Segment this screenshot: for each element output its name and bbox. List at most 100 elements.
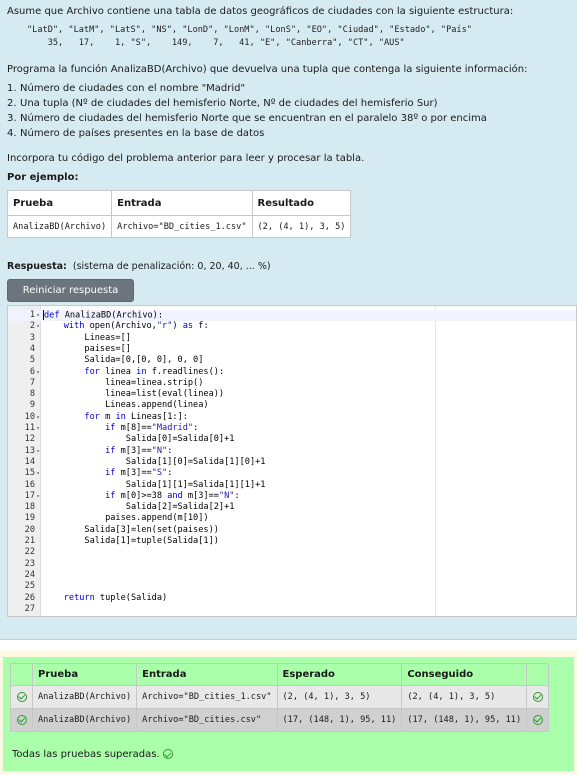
code-line[interactable]: 8 linea=list(eval(linea)) bbox=[8, 389, 576, 400]
fold-arrow-icon[interactable]: ▾ bbox=[35, 491, 41, 502]
question-panel: Asume que Archivo contiene una tabla de … bbox=[0, 0, 577, 640]
table-row: AnalizaBD(Archivo) Archivo="BD_cities.cs… bbox=[10, 708, 550, 732]
results-header-status bbox=[526, 663, 550, 686]
table-row: AnalizaBD(Archivo) Archivo="BD_cities_1.… bbox=[6, 215, 352, 238]
check-circle-icon bbox=[16, 691, 27, 702]
table-row: AnalizaBD(Archivo) Archivo="BD_cities_1.… bbox=[10, 685, 550, 709]
results-table: Prueba Entrada Esperado Conseguido Anali… bbox=[10, 663, 550, 732]
results-header-row: Prueba Entrada Esperado Conseguido bbox=[10, 663, 550, 686]
line-number: 26 bbox=[24, 592, 35, 603]
code-line[interactable]: 9 Lineas.append(linea) bbox=[8, 400, 576, 411]
code-line[interactable]: 10 ▾ for m in Lineas[1:]: bbox=[8, 412, 576, 423]
result-cell-got: (17, (148, 1), 95, 11) bbox=[401, 708, 528, 732]
example-header-row: Prueba Entrada Resultado bbox=[6, 190, 352, 216]
code-text: Salida[1]=tuple(Salida[1]) bbox=[43, 536, 219, 546]
requirement-item: 2. Una tupla (Nº de ciudades del hemisfer… bbox=[7, 98, 438, 109]
code-text: if m[3]=="S": bbox=[105, 468, 173, 479]
code-line[interactable]: 18 Salida[2]=Salida[2]+1 bbox=[8, 502, 576, 513]
results-header-input: Entrada bbox=[136, 663, 278, 686]
line-number: 7 bbox=[29, 377, 35, 388]
fold-arrow-icon[interactable]: ▾ bbox=[35, 412, 41, 423]
code-editor[interactable]: 1 ▾ def AnalizaBD(Archivo): 2 ▾ with open(Ar… bbox=[7, 305, 577, 617]
incorporate-note: Incorpora tu código del problema anterio… bbox=[7, 153, 365, 164]
code-text: linea=linea.strip() bbox=[43, 377, 204, 388]
line-number: 8 bbox=[29, 389, 35, 400]
line-number: 27 bbox=[24, 603, 35, 614]
code-line[interactable]: 27 bbox=[8, 604, 576, 615]
code-line[interactable]: 17 ▾ if m[0]>=38 and m[3]=="N": bbox=[8, 491, 576, 502]
results-header-icon bbox=[10, 663, 33, 686]
results-header-got: Conseguido bbox=[401, 663, 528, 686]
example-table: Prueba Entrada Resultado AnalizaBD(Archi… bbox=[6, 190, 352, 238]
code-line[interactable]: 25 bbox=[8, 581, 576, 592]
code-text: Salida[1][0]=Salida[1][0]+1 bbox=[43, 456, 266, 467]
code-line[interactable]: 15 ▾ if m[3]=="S": bbox=[8, 468, 576, 479]
example-cell-test: AnalizaBD(Archivo) bbox=[6, 215, 113, 238]
fold-arrow-icon[interactable]: ▾ bbox=[35, 468, 41, 479]
code-line[interactable]: 2 ▾ with open(Archivo,"r") as f: bbox=[8, 321, 576, 332]
code-line[interactable]: 22 bbox=[8, 547, 576, 558]
code-line[interactable]: 24 bbox=[8, 570, 576, 581]
code-line[interactable]: 14 Salida[1][0]=Salida[1][0]+1 bbox=[8, 457, 576, 468]
code-line[interactable]: 16 Salida[1][1]=Salida[1][1]+1 bbox=[8, 480, 576, 491]
line-number: 5 bbox=[29, 355, 35, 366]
code-line[interactable]: 12 Salida[0]=Salida[0]+1 bbox=[8, 434, 576, 445]
line-number: 2 bbox=[29, 321, 35, 332]
result-cell-got: (2, (4, 1), 3, 5) bbox=[401, 685, 528, 709]
code-line[interactable]: 11 ▾ if m[8]=="Madrid": bbox=[8, 423, 576, 434]
requirement-item: 1. Número de ciudades con el nombre "Madr… bbox=[7, 83, 246, 94]
code-text: if m[3]=="N": bbox=[105, 445, 173, 456]
code-line[interactable]: 19 paises.append(m[10]) bbox=[8, 513, 576, 524]
code-text: Salida[0]=Salida[0]+1 bbox=[43, 434, 235, 445]
line-number: 23 bbox=[24, 558, 35, 569]
code-line[interactable]: 20 Salida[3]=len(set(paises)) bbox=[8, 525, 576, 536]
line-number: 14 bbox=[24, 456, 35, 467]
code-text: for m in Lineas[1:]: bbox=[84, 411, 188, 422]
check-circle-icon bbox=[532, 714, 543, 725]
code-text: return tuple(Salida) bbox=[63, 592, 168, 603]
check-circle-icon bbox=[16, 714, 27, 725]
example-header-input: Entrada bbox=[111, 190, 253, 216]
reset-answer-button[interactable]: Reiniciar respuesta bbox=[7, 279, 134, 302]
example-cell-result: (2, (4, 1), 3, 5) bbox=[251, 215, 352, 238]
question-prompt: Programa la función AnalizaBD(Archivo) q… bbox=[7, 64, 528, 75]
line-number: 1 bbox=[29, 310, 35, 320]
line-number: 18 bbox=[24, 502, 35, 513]
line-number: 22 bbox=[24, 547, 35, 558]
fold-arrow-icon[interactable]: ▾ bbox=[35, 367, 41, 378]
line-number: 12 bbox=[24, 434, 35, 445]
code-line[interactable]: 6 ▾ for linea in f.readlines(): bbox=[8, 367, 576, 378]
line-number: 16 bbox=[24, 479, 35, 490]
fold-arrow-icon[interactable]: ▾ bbox=[35, 321, 41, 332]
result-cell-test: AnalizaBD(Archivo) bbox=[31, 708, 138, 732]
code-line[interactable]: 1 ▾ def AnalizaBD(Archivo): bbox=[8, 310, 576, 322]
code-line[interactable]: 4 paises=[] bbox=[8, 344, 576, 355]
example-label: Por ejemplo: bbox=[7, 172, 79, 183]
requirements-list: 1. Número de ciudades con el nombre "Madr… bbox=[7, 81, 487, 141]
code-text: Salida[3]=len(set(paises)) bbox=[43, 524, 219, 535]
fold-arrow-icon[interactable]: ▾ bbox=[35, 423, 41, 434]
code-line[interactable]: 7 linea=linea.strip() bbox=[8, 378, 576, 389]
answer-label-line: Respuesta: (sistema de penalización: 0, … bbox=[7, 261, 271, 272]
line-number: 24 bbox=[24, 569, 35, 580]
structure-row: 35, 17, 1, "S", 149, 7, 41, "E", "Canber… bbox=[27, 38, 405, 48]
code-line[interactable]: 21 Salida[1]=tuple(Salida[1]) bbox=[8, 536, 576, 547]
result-cell-expected: (2, (4, 1), 3, 5) bbox=[276, 685, 403, 709]
fold-arrow-icon[interactable]: ▾ bbox=[35, 446, 41, 457]
results-header-expected: Esperado bbox=[276, 663, 403, 686]
code-line[interactable]: 13 ▾ if m[3]=="N": bbox=[8, 446, 576, 457]
code-line[interactable]: 23 bbox=[8, 559, 576, 570]
result-cell-input: Archivo="BD_cities.csv" bbox=[136, 708, 278, 732]
code-line[interactable]: 5 Salida=[0,[0, 0], 0, 0] bbox=[8, 355, 576, 366]
question-intro: Asume que Archivo contiene una tabla de … bbox=[7, 6, 514, 17]
result-cell-test: AnalizaBD(Archivo) bbox=[31, 685, 138, 709]
table-structure: "LatD", "LatM", "LatS", "NS", "LonD", "L… bbox=[27, 24, 472, 50]
line-number: 4 bbox=[29, 343, 35, 354]
code-line[interactable]: 26 return tuple(Salida) bbox=[8, 593, 576, 604]
penalty-info: (sistema de penalización: 0, 20, 40, ...… bbox=[72, 261, 271, 272]
code-line[interactable]: 3 Lineas=[] bbox=[8, 333, 576, 344]
code-text: for linea in f.readlines(): bbox=[84, 366, 225, 377]
structure-header: "LatD", "LatM", "LatS", "NS", "LonD", "L… bbox=[27, 25, 472, 35]
fold-arrow-icon[interactable]: ▾ bbox=[35, 310, 41, 321]
line-number: 11 bbox=[24, 423, 35, 433]
